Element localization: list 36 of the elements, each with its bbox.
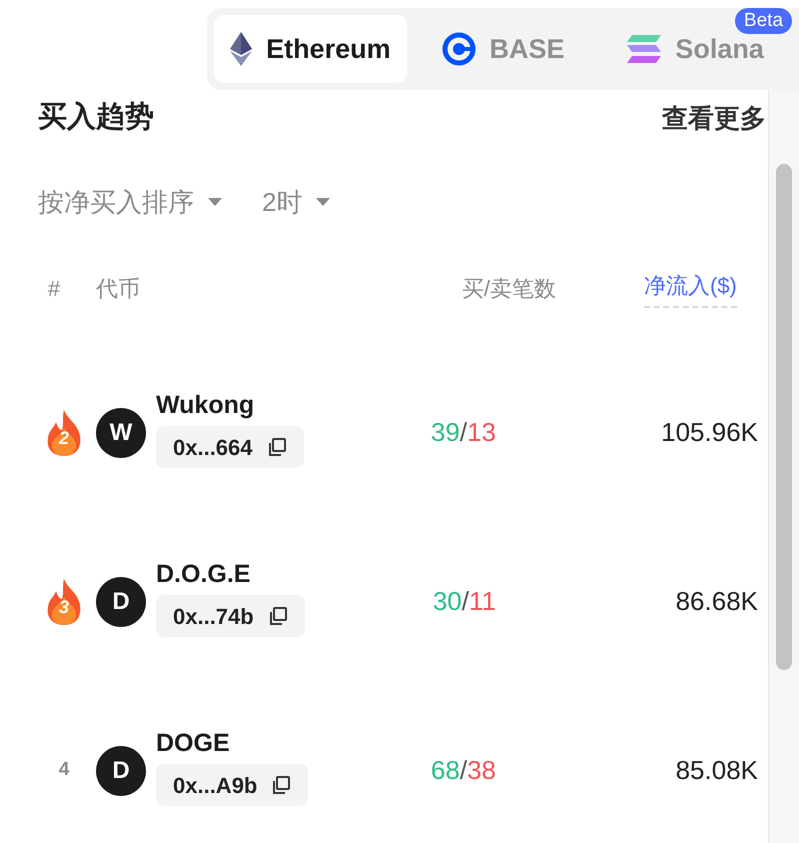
caret-icon [208, 198, 222, 206]
token-avatar: D [96, 576, 146, 626]
trade-count: 30/11 [432, 585, 496, 618]
rank-number: 4 [58, 758, 70, 782]
copy-icon [268, 606, 288, 626]
address-chip[interactable]: 0x...74b [156, 595, 305, 638]
scrollbar-thumb[interactable] [776, 164, 792, 670]
token-avatar: D [96, 746, 146, 796]
token-name: DOGE [156, 728, 230, 759]
sort-column-header[interactable]: 净流入($) [644, 268, 737, 308]
address-chip[interactable]: 0x...A9b [156, 764, 308, 806]
beta-badge: Beta [734, 8, 792, 34]
copy-icon [271, 775, 292, 796]
column-header: # [46, 274, 62, 302]
diamond-icon [230, 32, 252, 66]
chain-name: Solana [675, 32, 764, 66]
copy-icon [266, 437, 287, 458]
section-title: 买入趋势 [38, 100, 154, 136]
chain-name: Ethereum [266, 32, 391, 66]
net-inflow: 85.08K [674, 754, 759, 787]
net-inflow: 86.68K [674, 585, 759, 618]
stripes-icon [627, 35, 662, 63]
column-header: 买/卖笔数 [460, 274, 556, 302]
chain-name: BASE [490, 32, 565, 66]
caret-icon [316, 198, 330, 206]
trade-count: 39/13 [430, 416, 496, 449]
view-more-link[interactable]: 查看更多 [662, 98, 766, 138]
address-chip[interactable]: 0x...664 [156, 426, 304, 468]
column-header: 代币 [96, 274, 141, 302]
token-avatar: W [96, 408, 146, 458]
token-name: D.O.G.E [156, 558, 250, 590]
trade-count: 68/38 [430, 754, 496, 787]
net-inflow: 105.96K [660, 416, 759, 449]
chain-tab[interactable]: Ethereum [214, 15, 407, 83]
ring-icon [442, 32, 476, 66]
token-name: Wukong [156, 390, 254, 421]
